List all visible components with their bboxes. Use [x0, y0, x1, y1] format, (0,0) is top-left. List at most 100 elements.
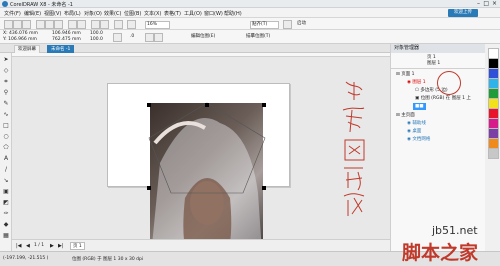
layer-label: 位图 (RGB) 在 图层 1 上: [420, 96, 471, 101]
layer-selected-item[interactable]: ■■: [413, 103, 426, 110]
panel-divider: [391, 68, 486, 69]
cut-icon[interactable]: [36, 20, 45, 29]
eye-icon[interactable]: ◉: [407, 129, 411, 134]
menu-view[interactable]: 视图(V): [44, 10, 61, 17]
menu-file[interactable]: 文件(F): [4, 10, 21, 17]
menu-text[interactable]: 文本(X): [144, 10, 161, 17]
undo-icon[interactable]: [68, 20, 77, 29]
launch-button[interactable]: 启动: [296, 21, 313, 27]
eye-icon[interactable]: ◉: [407, 80, 411, 85]
transparency-tool-icon[interactable]: ◩: [2, 199, 10, 207]
color-palette: [485, 44, 500, 251]
options-icon[interactable]: [283, 20, 292, 29]
artistic-media-icon[interactable]: ∿: [2, 111, 10, 119]
smart-fill-icon[interactable]: ▦: [2, 232, 10, 240]
menu-table[interactable]: 表格(T): [164, 10, 181, 17]
watermark-site: jb51.net: [432, 224, 478, 237]
eyedropper-icon[interactable]: ✑: [2, 210, 10, 218]
mirror-v-icon[interactable]: [154, 33, 163, 42]
menu-object[interactable]: 对象(O): [84, 10, 102, 17]
pick-tool-icon[interactable]: ➤: [2, 56, 10, 64]
expand-icon[interactable]: ⊟: [396, 113, 400, 118]
tab-document-label: 未命名 -1: [51, 47, 71, 52]
layer-label: 图层 1: [412, 80, 426, 85]
polygon-outline[interactable]: [145, 98, 270, 198]
save-icon[interactable]: [22, 20, 31, 29]
panel-layer-label: 图层 1: [427, 61, 441, 66]
width-field[interactable]: 106.946 mm: [52, 31, 81, 36]
layer-label: 文档网格: [412, 137, 431, 142]
menu-effects[interactable]: 效果(C): [104, 10, 121, 17]
drop-shadow-icon[interactable]: ▣: [2, 188, 10, 196]
layer-desktop[interactable]: ◉ 桌面: [407, 128, 421, 135]
close-icon[interactable]: ×: [492, 0, 497, 7]
selection-handle-tc[interactable]: [205, 103, 209, 107]
lock-ratio-icon[interactable]: [113, 33, 122, 42]
watermark-brand: 脚本之家: [402, 242, 479, 264]
bitmap-icon: ▣: [415, 96, 420, 101]
zoom-tool-icon[interactable]: ⚲: [2, 89, 10, 97]
selection-handle-tr[interactable]: [262, 103, 266, 107]
layer-master-page[interactable]: ⊟ 主页面: [396, 112, 415, 119]
parallel-dimension-icon[interactable]: /: [2, 166, 10, 174]
layer-doc-grid[interactable]: ◉ 文档网格: [407, 136, 430, 143]
upload-button[interactable]: 欢迎上传: [448, 9, 478, 17]
menu-layout[interactable]: 布局(L): [64, 10, 81, 17]
eye-icon[interactable]: ◉: [407, 137, 411, 142]
height-field[interactable]: 762.475 mm: [52, 37, 81, 42]
window-title: CorelDRAW X8 - 未命名 -1: [10, 2, 73, 8]
selection-handle-mr[interactable]: [262, 186, 266, 190]
import-icon[interactable]: [91, 20, 100, 29]
interactive-fill-icon[interactable]: ◆: [2, 221, 10, 229]
layer-bitmap[interactable]: ▣ 位图 (RGB) 在 图层 1 上: [415, 95, 471, 102]
scale-x-field[interactable]: 100.0: [90, 31, 103, 36]
shape-tool-icon[interactable]: ◇: [2, 67, 10, 75]
paste-icon[interactable]: [54, 20, 63, 29]
mirror-h-icon[interactable]: [145, 33, 154, 42]
connector-tool-icon[interactable]: ↘: [2, 177, 10, 185]
prev-page-icon[interactable]: ◀: [26, 243, 30, 249]
ellipse-tool-icon[interactable]: ○: [2, 133, 10, 141]
x-position-field[interactable]: X: 436.076 mm: [3, 31, 38, 36]
menu-help[interactable]: 帮助(H): [224, 10, 242, 17]
next-page-icon[interactable]: ▶: [50, 243, 54, 249]
minimize-icon[interactable]: –: [477, 0, 480, 7]
polygon-tool-icon[interactable]: ⬠: [2, 144, 10, 152]
last-page-icon[interactable]: ▶|: [58, 243, 64, 249]
swatch-gray[interactable]: [488, 148, 499, 159]
layer-layer-1[interactable]: ◉ 图层 1: [407, 79, 426, 86]
selection-handle-ml[interactable]: [147, 186, 151, 190]
redo-icon[interactable]: [77, 20, 86, 29]
new-icon[interactable]: [4, 20, 13, 29]
full-screen-icon[interactable]: [127, 20, 136, 29]
layer-guides[interactable]: ◉ 辅助线: [407, 120, 426, 127]
y-position-field[interactable]: Y: 106.966 mm: [3, 37, 37, 42]
publish-pdf-icon[interactable]: [114, 20, 123, 29]
text-tool-icon[interactable]: A: [2, 155, 10, 163]
rotation-field[interactable]: .0: [130, 34, 134, 39]
snap-to-select[interactable]: 贴齐(T): [250, 21, 279, 29]
open-icon[interactable]: [13, 20, 22, 29]
trace-bitmap-button[interactable]: 描摹位图(T): [245, 34, 278, 40]
edit-bitmap-button[interactable]: 编辑位图(E): [190, 34, 223, 40]
layer-page-1[interactable]: ⊟ 页面 1: [396, 71, 415, 78]
menu-window[interactable]: 窗口(W): [204, 10, 223, 17]
freehand-tool-icon[interactable]: ✎: [2, 100, 10, 108]
page-tab[interactable]: 页 1: [70, 242, 85, 250]
menu-bitmap[interactable]: 位图(B): [124, 10, 141, 17]
rectangle-tool-icon[interactable]: □: [2, 122, 10, 130]
zoom-level-select[interactable]: 16%: [145, 21, 170, 29]
menu-tools[interactable]: 工具(O): [184, 10, 202, 17]
expand-icon[interactable]: ⊟: [396, 72, 400, 77]
copy-icon[interactable]: [45, 20, 54, 29]
snap-to-label: 贴齐(T): [252, 22, 268, 27]
maximize-icon[interactable]: □: [483, 0, 489, 7]
selection-handle-tl[interactable]: [147, 103, 151, 107]
menu-edit[interactable]: 编辑(E): [24, 10, 41, 17]
scale-y-field[interactable]: 100.0: [90, 37, 103, 42]
crop-tool-icon[interactable]: ⌗: [2, 78, 10, 86]
first-page-icon[interactable]: |◀: [16, 243, 22, 249]
eye-icon[interactable]: ◉: [407, 121, 411, 126]
toolbox: ➤ ◇ ⌗ ⚲ ✎ ∿ □ ○ ⬠ A / ↘ ▣ ◩ ✑ ◆ ▦: [0, 53, 12, 251]
export-icon[interactable]: [100, 20, 109, 29]
